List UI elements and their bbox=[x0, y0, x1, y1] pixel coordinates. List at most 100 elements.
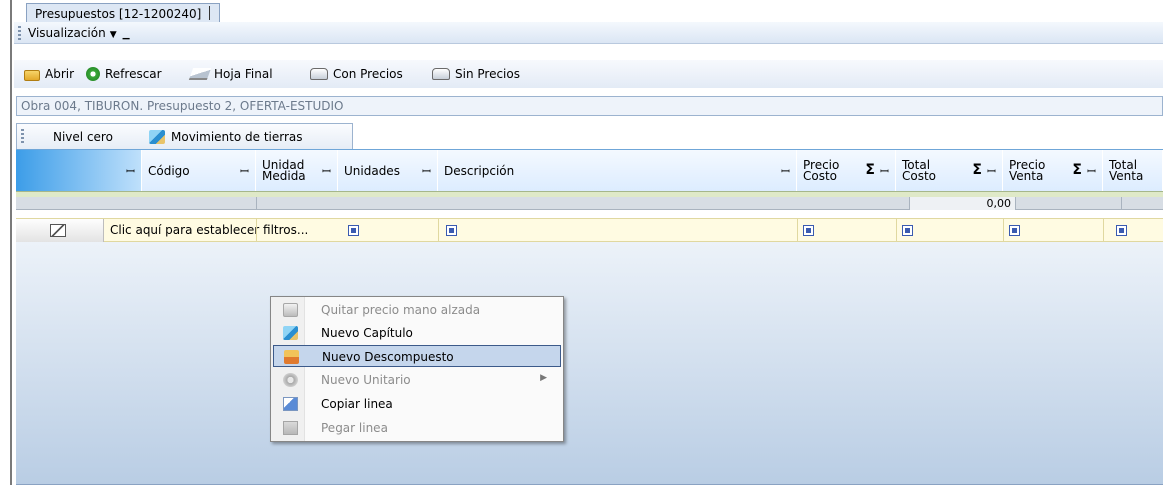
column-total-venta-label: Total Venta bbox=[1103, 159, 1144, 183]
level-breadcrumb: Nivel cero Movimiento de tierras bbox=[16, 123, 353, 149]
menu-item-nuevo-unitario-label: Nuevo Unitario bbox=[321, 373, 411, 387]
filter-hint[interactable]: Clic aquí para establecer filtros... bbox=[110, 223, 308, 237]
total-costo-value: 0,00 bbox=[909, 197, 1016, 210]
chapter-cube-icon bbox=[149, 130, 165, 144]
sin-precios-label: Sin Precios bbox=[455, 67, 520, 81]
filter-precio-venta-icon[interactable] bbox=[1009, 225, 1020, 236]
printer-icon bbox=[310, 68, 328, 80]
menu-bar: Visualización ▼ ▁ bbox=[14, 22, 1163, 44]
window-left-edge bbox=[0, 0, 9, 485]
menu-item-pegar-linea[interactable]: Pegar linea bbox=[273, 417, 561, 439]
copy-icon bbox=[283, 397, 298, 411]
sin-precios-button[interactable]: Sin Precios bbox=[432, 65, 520, 83]
menu-item-nuevo-descompuesto[interactable]: Nuevo Descompuesto bbox=[273, 345, 561, 367]
menubar-grip-icon[interactable] bbox=[18, 26, 21, 40]
levelbar-grip-icon[interactable] bbox=[21, 129, 24, 145]
filter-button[interactable] bbox=[16, 219, 104, 242]
menu-item-copiar-linea-label: Copiar linea bbox=[321, 397, 393, 411]
column-precio-venta-label: Precio Venta bbox=[1003, 159, 1045, 183]
project-info-text: Obra 004, TIBURON. Presupuesto 2, OFERTA… bbox=[21, 99, 344, 113]
menu-item-nuevo-capitulo[interactable]: Nuevo Capítulo bbox=[273, 322, 561, 344]
column-codigo-label: Código bbox=[148, 163, 190, 178]
chapter-cube-icon bbox=[283, 326, 298, 340]
submenu-arrow-icon: ▶ bbox=[540, 373, 547, 383]
filter-total-costo-icon[interactable] bbox=[902, 225, 913, 236]
menu-overflow-icon[interactable]: ▁ bbox=[123, 30, 130, 40]
column-header-total-costo[interactable]: Total Costo Σ ꟷ bbox=[896, 150, 1003, 192]
column-costo-label: Costo bbox=[902, 169, 937, 183]
level-current[interactable]: Movimiento de tierras bbox=[149, 130, 303, 144]
filter-precio-costo-icon[interactable] bbox=[803, 225, 814, 236]
paste-icon bbox=[283, 421, 298, 435]
column-header-descripcion[interactable]: Descripción ꟷ bbox=[438, 150, 797, 192]
pin-icon[interactable]: ꟷ bbox=[987, 164, 996, 179]
unit-gear-icon bbox=[283, 373, 298, 387]
menu-item-copiar-linea[interactable]: Copiar linea bbox=[273, 393, 561, 415]
pin-icon[interactable]: ꟷ bbox=[422, 164, 431, 179]
toolbar: Abrir Refrescar Hoja Final Con Precios S… bbox=[14, 60, 1163, 88]
remove-price-icon bbox=[283, 303, 298, 317]
abrir-button[interactable]: Abrir bbox=[24, 65, 74, 83]
column-header-precio-venta[interactable]: Precio Venta Σ ꟷ bbox=[1003, 150, 1103, 192]
con-precios-button[interactable]: Con Precios bbox=[310, 65, 403, 83]
column-header-precio-costo[interactable]: Precio Costo Σ ꟷ bbox=[797, 150, 896, 192]
level-current-label: Movimiento de tierras bbox=[171, 130, 303, 144]
menu-item-pegar-linea-label: Pegar linea bbox=[321, 421, 388, 435]
column-unidad-medida-label: Unidad Medida bbox=[256, 159, 306, 182]
column-header-total-venta[interactable]: Total Venta bbox=[1103, 150, 1163, 192]
filter-total-venta-icon[interactable] bbox=[1116, 225, 1127, 236]
window-left-border bbox=[10, 0, 12, 485]
menu-item-nuevo-descompuesto-label: Nuevo Descompuesto bbox=[322, 350, 454, 364]
filter-descripcion-icon[interactable] bbox=[446, 225, 457, 236]
grid-header: ꟷ Código ꟷ Unidad Medida ꟷ Unidades ꟷ Des… bbox=[16, 149, 1163, 192]
pin-icon[interactable]: ꟷ bbox=[880, 164, 889, 179]
context-menu: Quitar precio mano alzada Nuevo Capítulo… bbox=[270, 296, 564, 442]
menu-item-quitar-precio-label: Quitar precio mano alzada bbox=[321, 303, 481, 317]
pin-icon[interactable]: ꟷ bbox=[781, 164, 790, 179]
filter-unidades-icon[interactable] bbox=[348, 225, 359, 236]
column-venta-label: Venta bbox=[1009, 169, 1044, 183]
filter-row[interactable]: Clic aquí para establecer filtros... bbox=[16, 218, 1163, 242]
pin-icon[interactable]: ꟷ bbox=[322, 164, 331, 179]
column-header-codigo[interactable]: Código ꟷ bbox=[142, 150, 256, 192]
refrescar-label: Refrescar bbox=[105, 67, 162, 81]
sum-icon[interactable]: Σ bbox=[1072, 162, 1082, 178]
tab-strip: Presupuestos [12-1200240] bbox=[14, 0, 1163, 22]
pin-icon[interactable]: ꟷ bbox=[240, 164, 249, 179]
sum-icon[interactable]: Σ bbox=[865, 162, 875, 178]
pin-icon[interactable]: ꟷ bbox=[1087, 164, 1096, 179]
refrescar-button[interactable]: Refrescar bbox=[86, 65, 162, 83]
menu-item-nuevo-unitario[interactable]: Nuevo Unitario ▶ bbox=[273, 369, 561, 391]
cell-divider bbox=[797, 219, 798, 242]
dropdown-arrow-icon: ▼ bbox=[109, 30, 117, 40]
column-venta-label: Venta bbox=[1109, 169, 1144, 183]
tab-presupuestos[interactable]: Presupuestos [12-1200240] bbox=[26, 3, 221, 22]
cell-divider bbox=[1103, 219, 1104, 242]
menu-item-quitar-precio[interactable]: Quitar precio mano alzada bbox=[273, 299, 561, 321]
column-header-unidades[interactable]: Unidades ꟷ bbox=[338, 150, 438, 192]
hoja-final-button[interactable]: Hoja Final bbox=[188, 65, 273, 83]
abrir-label: Abrir bbox=[45, 67, 75, 81]
menu-visualizacion[interactable]: Visualización ▼ ▁ bbox=[28, 26, 130, 40]
final-sheet-icon bbox=[188, 68, 212, 80]
pin-icon[interactable]: ꟷ bbox=[126, 164, 135, 179]
cell-divider bbox=[896, 219, 897, 242]
con-precios-label: Con Precios bbox=[333, 67, 403, 81]
budget-window: Presupuestos [12-1200240] Visualización ▼… bbox=[14, 0, 1163, 485]
project-info-bar: Obra 004, TIBURON. Presupuesto 2, OFERTA… bbox=[16, 96, 1163, 116]
level-nivel-cero[interactable]: Nivel cero bbox=[53, 130, 113, 144]
hoja-final-label: Hoja Final bbox=[214, 67, 273, 81]
column-descripcion-label: Descripción bbox=[444, 163, 515, 178]
column-precio-costo-label: Precio Costo bbox=[797, 159, 839, 183]
cell-divider bbox=[1003, 219, 1004, 242]
grid-body[interactable] bbox=[16, 242, 1163, 485]
level-nivel-cero-label: Nivel cero bbox=[53, 130, 113, 144]
sum-icon[interactable]: Σ bbox=[972, 162, 982, 178]
column-header-unidad-medida[interactable]: Unidad Medida ꟷ bbox=[256, 150, 338, 192]
cell-divider bbox=[438, 219, 439, 242]
column-total-costo-label: Total Costo bbox=[896, 159, 937, 183]
column-costo-label: Costo bbox=[803, 169, 838, 183]
column-unidades-label: Unidades bbox=[344, 163, 400, 178]
printer-icon bbox=[432, 68, 450, 80]
column-header-type[interactable]: ꟷ bbox=[16, 150, 142, 192]
